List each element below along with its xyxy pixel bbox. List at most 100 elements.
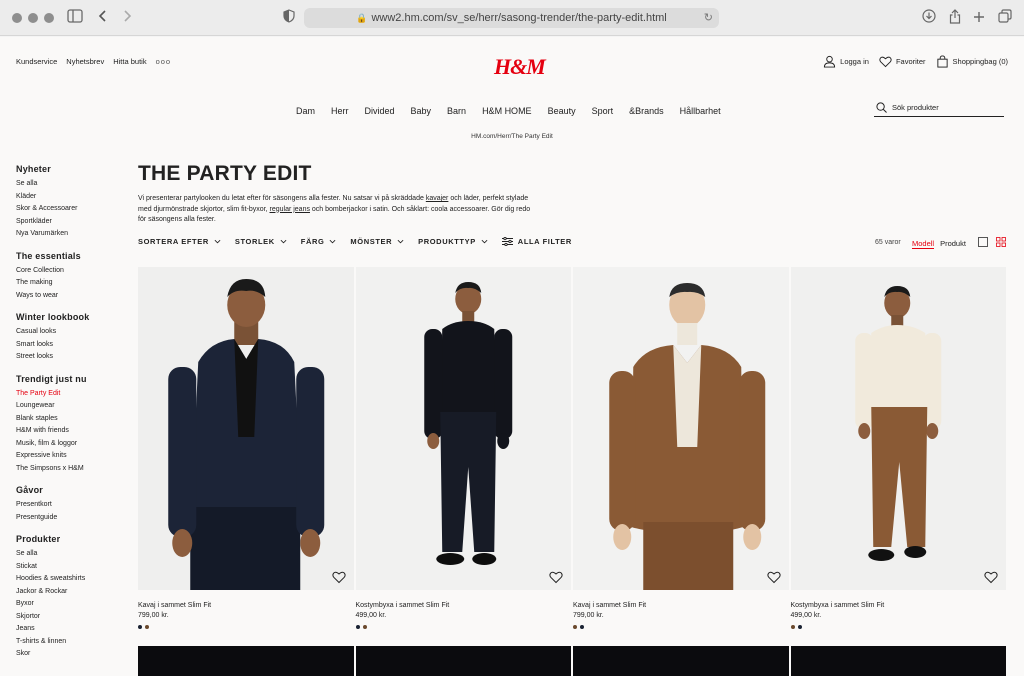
product-card[interactable]: Kavaj i sammet Slim Fit 799,00 kr.	[138, 267, 354, 629]
color-swatch[interactable]	[580, 625, 584, 629]
sidebar-item[interactable]: Se alla	[16, 548, 126, 561]
color-swatch[interactable]	[573, 625, 577, 629]
sidebar-heading[interactable]: Nyheter	[16, 164, 126, 174]
nav-item-brands[interactable]: &Brands	[629, 106, 664, 116]
kavajer-link[interactable]: kavajer	[426, 195, 449, 202]
pattern-dropdown[interactable]: MÖNSTER	[350, 237, 404, 246]
product-image[interactable]	[573, 646, 789, 676]
back-icon[interactable]	[94, 9, 112, 27]
nav-item-sport[interactable]: Sport	[592, 106, 614, 116]
sidebar-item[interactable]: Byxor	[16, 598, 126, 611]
product-card[interactable]: Kostymbyxa i sammet Slim Fit 499,00 kr.	[355, 267, 572, 629]
tab-overview-icon[interactable]	[996, 9, 1014, 27]
view-model-tab[interactable]: Modell	[912, 239, 935, 249]
nav-item-dam[interactable]: Dam	[296, 106, 315, 116]
sidebar-item[interactable]: Casual looks	[16, 326, 126, 339]
product-image[interactable]	[138, 267, 354, 590]
nav-item-divided[interactable]: Divided	[365, 106, 395, 116]
product-image[interactable]	[573, 267, 789, 590]
color-swatch[interactable]	[355, 625, 360, 629]
search-input[interactable]: Sök produkter	[874, 99, 1004, 117]
sidebar-item[interactable]: Sportkläder	[16, 216, 126, 229]
reload-icon[interactable]: ↻	[704, 8, 713, 28]
nav-item-hm-home[interactable]: H&M HOME	[482, 106, 532, 116]
forward-icon[interactable]	[118, 9, 136, 27]
sidebar-item[interactable]: Jeans	[16, 623, 126, 636]
all-filters-button[interactable]: ALLA FILTER	[501, 237, 572, 246]
size-dropdown[interactable]: STORLEK	[235, 237, 287, 246]
find-store-link[interactable]: Hitta butik	[113, 57, 146, 66]
sidebar-item[interactable]: Jackor & Rockar	[16, 586, 126, 599]
product-name[interactable]: Kavaj i sammet Slim Fit	[573, 602, 789, 609]
favorite-heart-icon[interactable]	[766, 570, 781, 584]
large-grid-icon[interactable]	[978, 237, 988, 247]
sidebar-item[interactable]: The Party Edit	[16, 388, 126, 401]
window-controls[interactable]	[12, 13, 54, 23]
sidebar-item[interactable]: Musik, film & loggor	[16, 438, 126, 451]
product-type-dropdown[interactable]: PRODUKTTYP	[418, 237, 488, 246]
sidebar-item[interactable]: H&M with friends	[16, 425, 126, 438]
shopping-bag-link[interactable]: Shoppingbag (0)	[936, 55, 1008, 68]
nav-item-beauty[interactable]: Beauty	[548, 106, 576, 116]
sidebar-item[interactable]: The Simpsons x H&M	[16, 463, 126, 476]
product-image[interactable]	[355, 267, 571, 590]
product-image[interactable]	[790, 267, 1006, 590]
color-swatch[interactable]	[145, 625, 149, 629]
sidebar-item[interactable]: Loungewear	[16, 400, 126, 413]
favorite-heart-icon[interactable]	[549, 570, 563, 584]
sidebar-toggle-icon[interactable]	[66, 9, 84, 27]
sidebar-item[interactable]: Skjortor	[16, 611, 126, 624]
sidebar-item[interactable]: The making	[16, 277, 126, 290]
sidebar-heading[interactable]: Gåvor	[16, 485, 126, 495]
regular-jeans-link[interactable]: regular jeans	[270, 206, 310, 213]
color-swatch[interactable]	[790, 625, 795, 629]
product-image[interactable]	[138, 646, 354, 676]
address-bar[interactable]: 🔒 www2.hm.com/sv_se/herr/sasong-trender/t…	[304, 8, 719, 28]
product-image[interactable]	[790, 646, 1006, 676]
sidebar-item[interactable]: Skor	[16, 648, 126, 661]
nav-item-herr[interactable]: Herr	[331, 106, 349, 116]
small-grid-icon[interactable]	[996, 237, 1006, 247]
product-card[interactable]: Kavaj i sammet Slim Fit 799,00 kr.	[573, 267, 789, 629]
shield-icon[interactable]	[280, 9, 298, 27]
product-name[interactable]: Kavaj i sammet Slim Fit	[138, 602, 354, 609]
product-name[interactable]: Kostymbyxa i sammet Slim Fit	[791, 602, 1007, 609]
sidebar-item[interactable]: Kläder	[16, 191, 126, 204]
favorite-heart-icon[interactable]	[331, 570, 346, 584]
share-icon[interactable]	[946, 9, 964, 27]
view-product-tab[interactable]: Produkt	[940, 239, 966, 249]
product-name[interactable]: Kostymbyxa i sammet Slim Fit	[356, 602, 572, 609]
sidebar-heading[interactable]: The essentials	[16, 251, 126, 261]
customer-service-link[interactable]: Kundservice	[16, 57, 57, 66]
favorite-heart-icon[interactable]	[984, 570, 998, 584]
favorites-link[interactable]: Favoriter	[879, 55, 926, 68]
color-dropdown[interactable]: FÄRG	[301, 237, 337, 246]
sidebar-item[interactable]: Blank staples	[16, 413, 126, 426]
nav-item-baby[interactable]: Baby	[411, 106, 432, 116]
sidebar-item[interactable]: Presentkort	[16, 499, 126, 512]
sidebar-heading[interactable]: Winter lookbook	[16, 312, 126, 322]
sidebar-item[interactable]: Street looks	[16, 351, 126, 364]
nav-item-barn[interactable]: Barn	[447, 106, 466, 116]
color-swatch[interactable]	[797, 625, 802, 629]
product-image[interactable]	[355, 646, 571, 676]
nav-item-hallbarhet[interactable]: Hållbarhet	[680, 106, 721, 116]
breadcrumb[interactable]: HM.com/Herr/The Party Edit	[0, 133, 1024, 140]
more-menu[interactable]: ooo	[156, 57, 172, 66]
product-card[interactable]: Kostymbyxa i sammet Slim Fit 499,00 kr.	[790, 267, 1007, 629]
login-link[interactable]: Logga in	[823, 55, 869, 68]
sidebar-item[interactable]: Ways to wear	[16, 290, 126, 303]
sidebar-item[interactable]: Hoodies & sweatshirts	[16, 573, 126, 586]
color-swatch[interactable]	[138, 625, 142, 629]
sidebar-item[interactable]: Skor & Accessoarer	[16, 203, 126, 216]
sidebar-item[interactable]: Presentguide	[16, 512, 126, 525]
sidebar-item[interactable]: Se alla	[16, 178, 126, 191]
sidebar-heading[interactable]: Trendigt just nu	[16, 374, 126, 384]
sidebar-heading[interactable]: Produkter	[16, 534, 126, 544]
newsletter-link[interactable]: Nyhetsbrev	[66, 57, 104, 66]
sidebar-item[interactable]: Core Collection	[16, 265, 126, 278]
download-icon[interactable]	[920, 9, 938, 27]
sidebar-item[interactable]: Smart looks	[16, 339, 126, 352]
color-swatch[interactable]	[362, 625, 367, 629]
sidebar-item[interactable]: Expressive knits	[16, 450, 126, 463]
